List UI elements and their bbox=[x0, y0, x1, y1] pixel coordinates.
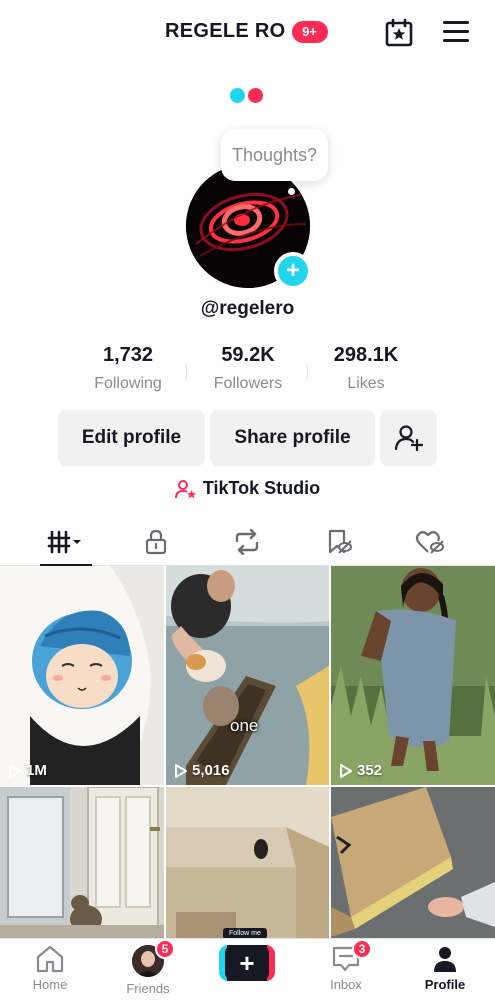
stat-followers[interactable]: 59.2K Followers bbox=[188, 344, 308, 393]
stat-value: 298.1K bbox=[333, 344, 399, 366]
play-icon bbox=[175, 763, 187, 778]
tab-private[interactable] bbox=[116, 518, 196, 566]
inbox-badge: 3 bbox=[352, 939, 372, 959]
plus-icon: + bbox=[285, 257, 300, 284]
favorites-hidden-icon bbox=[328, 529, 352, 554]
tab-reposts[interactable] bbox=[207, 518, 287, 566]
add-user-icon bbox=[394, 425, 423, 452]
studio-label: TikTok Studio bbox=[202, 478, 321, 498]
video-thumbnail[interactable] bbox=[331, 787, 495, 938]
video-thumbnail[interactable]: Follow me bbox=[166, 787, 329, 938]
calendar-icon[interactable] bbox=[384, 18, 414, 48]
story-dots bbox=[230, 88, 263, 103]
tab-liked[interactable] bbox=[390, 518, 470, 566]
follow-me-overlay: Follow me bbox=[223, 928, 267, 938]
video-thumbnail[interactable]: one 5,016 bbox=[166, 566, 329, 785]
nav-home[interactable]: Home bbox=[10, 939, 90, 1000]
profile-stats: 1,732 Following 59.2K Followers 298.1K L… bbox=[0, 344, 495, 396]
nav-profile[interactable]: Profile bbox=[405, 939, 485, 1000]
share-profile-button[interactable]: Share profile bbox=[210, 410, 375, 466]
nav-inbox[interactable]: Inbox bbox=[306, 939, 386, 1000]
nav-label: Friends bbox=[126, 981, 170, 996]
divider bbox=[186, 364, 187, 380]
view-count: 352 bbox=[339, 762, 382, 779]
video-thumbnail[interactable]: 1M bbox=[0, 566, 164, 785]
edit-profile-button[interactable]: Edit profile bbox=[58, 410, 205, 466]
videos-grid-icon bbox=[47, 530, 81, 554]
play-icon bbox=[340, 763, 352, 778]
video-caption: one bbox=[230, 716, 259, 735]
stat-value: 1,732 bbox=[102, 344, 154, 366]
add-friend-button[interactable] bbox=[380, 410, 437, 466]
stat-likes[interactable]: 298.1K Likes bbox=[306, 344, 426, 393]
stat-label: Followers bbox=[213, 375, 283, 392]
header: REGELE RO 9+ bbox=[0, 0, 495, 66]
repost-icon bbox=[235, 529, 259, 555]
view-count-value: 352 bbox=[357, 762, 383, 779]
plus-icon: + bbox=[225, 945, 269, 981]
liked-hidden-icon bbox=[415, 531, 444, 554]
account-name: REGELE RO bbox=[165, 20, 286, 42]
profile-icon bbox=[434, 947, 456, 972]
view-count: 1M bbox=[8, 762, 47, 779]
thoughts-text: Thoughts? bbox=[231, 144, 318, 165]
view-count: 5,016 bbox=[174, 762, 230, 779]
lock-icon bbox=[145, 529, 167, 555]
nav-friends[interactable]: Friends bbox=[108, 939, 188, 1000]
nav-label: Profile bbox=[424, 977, 466, 992]
content-tabs bbox=[0, 518, 495, 566]
thoughts-bubble[interactable]: Thoughts? bbox=[221, 129, 328, 181]
video-thumbnail[interactable] bbox=[0, 787, 164, 938]
menu-icon[interactable] bbox=[443, 21, 469, 45]
notification-badge: 9+ bbox=[291, 20, 328, 43]
nav-label: Home bbox=[32, 977, 68, 992]
studio-user-icon bbox=[174, 479, 196, 498]
view-count-value: 1M bbox=[26, 762, 47, 779]
create-button[interactable]: + bbox=[219, 945, 275, 981]
tab-favorites[interactable] bbox=[299, 518, 379, 566]
bubble-tail bbox=[288, 188, 295, 195]
home-icon bbox=[36, 945, 64, 973]
add-story-button[interactable]: + bbox=[274, 252, 312, 290]
stat-label: Following bbox=[94, 375, 162, 392]
play-icon bbox=[9, 763, 21, 778]
tab-videos[interactable] bbox=[26, 518, 106, 566]
stat-following[interactable]: 1,732 Following bbox=[68, 344, 188, 393]
stat-value: 59.2K bbox=[221, 344, 275, 366]
stat-label: Likes bbox=[347, 375, 385, 392]
bottom-navigation: Home Friends 5 + Inbox 3 Profile bbox=[0, 938, 495, 1000]
account-switcher[interactable]: REGELE RO 9+ bbox=[165, 20, 328, 43]
video-grid: 1M one 5,016 352 Follow me bbox=[0, 566, 495, 938]
friends-badge: 5 bbox=[155, 939, 175, 959]
tiktok-studio-link[interactable]: TikTok Studio bbox=[0, 478, 495, 499]
view-count-value: 5,016 bbox=[192, 762, 230, 779]
nav-label: Inbox bbox=[330, 977, 362, 992]
video-thumbnail[interactable]: 352 bbox=[331, 566, 495, 785]
username: @regelero bbox=[200, 298, 295, 319]
